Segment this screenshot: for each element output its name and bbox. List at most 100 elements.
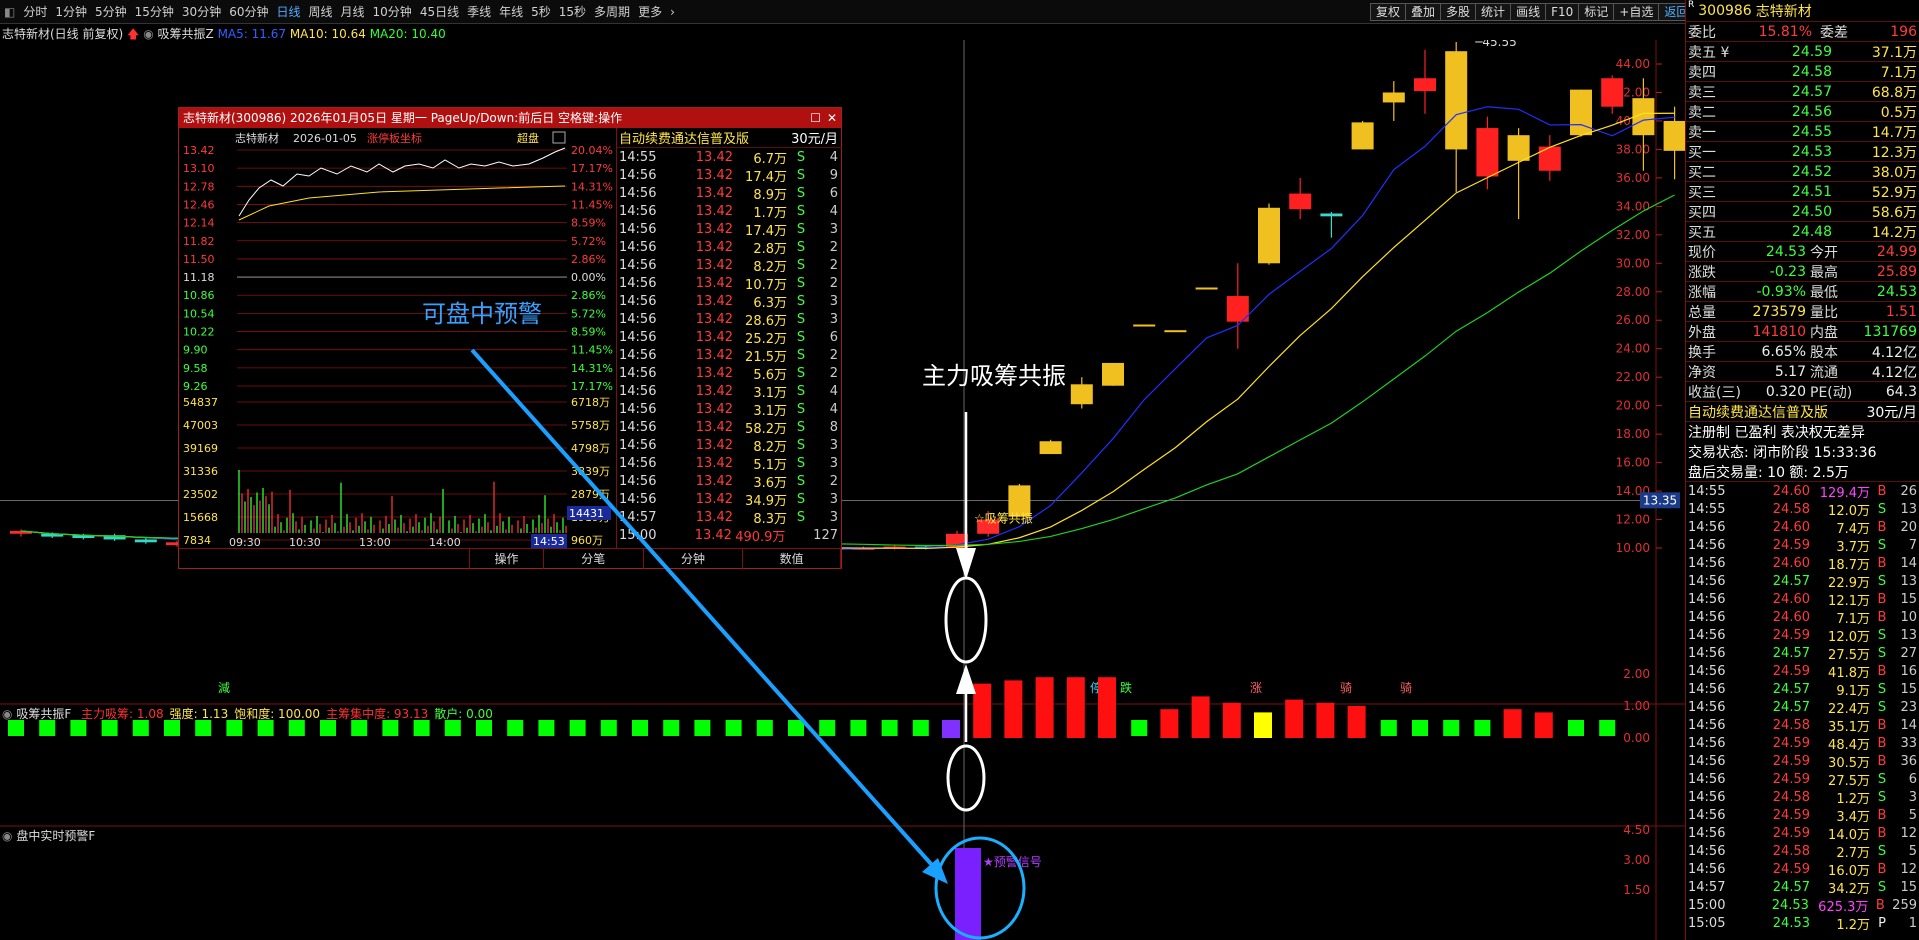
intraday-popup[interactable]: 志特新材(300986) 2026年01月05日 星期一 PageUp/Down… — [178, 107, 842, 569]
popup-vol-right: 6718万 — [571, 396, 610, 409]
popup-close-icon[interactable]: ✕ — [827, 108, 837, 128]
period-tab[interactable]: 60分钟 — [225, 0, 272, 24]
period-tab[interactable]: 月线 — [337, 0, 369, 24]
popup-tab[interactable]: 分笔 — [544, 549, 644, 569]
popup-price-label: 9.58 — [183, 362, 208, 375]
period-tab[interactable]: 45日线 — [416, 0, 463, 24]
tick-time: 14:56 — [619, 491, 657, 507]
tick-price: 24.59 — [1772, 537, 1810, 553]
tick-time: 14:56 — [619, 185, 657, 201]
tick-direction: S — [1877, 501, 1887, 517]
sub1-bar — [632, 720, 648, 736]
tick-time: 14:56 — [1688, 681, 1726, 697]
period-tab[interactable]: 15分钟 — [131, 0, 178, 24]
period-tab[interactable]: 5秒 — [527, 0, 555, 24]
tick-direction: B — [1877, 609, 1887, 625]
tool-button[interactable]: F10 — [1545, 3, 1580, 21]
popup-tick-row: 14:56 13.42 5.6万 S 2 — [617, 364, 842, 383]
period-tab[interactable]: 年线 — [495, 0, 527, 24]
intraday-chart[interactable]: 13.42 20.04% 13.10 17.17% 12.78 14.31% 12.46 11… — [179, 128, 616, 548]
tick-time: 14:55 — [1688, 501, 1726, 517]
tick-price: 24.59 — [1772, 663, 1810, 679]
tool-button[interactable]: 画线 — [1510, 3, 1547, 21]
tick-row: 14:56 24.60 7.4万 B 20 — [1686, 518, 1919, 537]
quote-value: 273579 — [1752, 303, 1806, 320]
popup-price-label: 11.50 — [183, 253, 215, 266]
sub1-bar — [507, 720, 524, 736]
sub2-title[interactable]: 盘中实时预警F — [16, 829, 95, 843]
popup-titlebar[interactable]: 志特新材(300986) 2026年01月05日 星期一 PageUp/Down… — [179, 108, 841, 128]
period-tab[interactable]: 30分钟 — [178, 0, 225, 24]
period-tab[interactable]: 10分钟 — [369, 0, 416, 24]
tick-count: 8 — [829, 419, 838, 435]
popup-tick-row: 14:56 13.42 10.7万 S 2 — [617, 274, 842, 293]
tick-time: 14:56 — [619, 419, 657, 435]
quote-label: 收益(三) — [1688, 384, 1741, 401]
popup-price-label: 12.78 — [183, 180, 215, 193]
period-tab[interactable]: 周线 — [305, 0, 337, 24]
tick-time: 14:56 — [1688, 789, 1726, 805]
tick-price: 24.59 — [1772, 627, 1810, 643]
candle — [1102, 362, 1124, 386]
tick-count: 3 — [1908, 789, 1917, 805]
quote-row: 收益(三) 0.320 PE(动) 64.3 — [1686, 382, 1919, 402]
sub1-field: 主筹集中度: 93.13 — [326, 707, 429, 721]
period-tab[interactable]: 日线 — [272, 0, 304, 24]
popup-tick-list: 自动续费通达信普及版 30元/月 14:55 13.42 6.7万 S 4 14:56 13… — [616, 128, 842, 548]
tool-button[interactable]: 叠加 — [1405, 3, 1442, 21]
popup-tick-row: 14:56 13.42 34.9万 S 3 — [617, 490, 842, 509]
bid-row: 买一 24.53 12.3万 — [1686, 142, 1919, 162]
tick-price: 24.59 — [1772, 807, 1810, 823]
popup-tab[interactable]: 数值 — [743, 549, 841, 569]
tick-time: 14:56 — [619, 311, 657, 327]
tick-volume: 10.7万 — [745, 277, 787, 293]
quote-row: 总量 273579 量比 1.51 — [1686, 302, 1919, 322]
sub1-bar — [1316, 702, 1335, 738]
tool-button[interactable]: +自选 — [1613, 3, 1660, 21]
popup-maximize-icon[interactable]: ☐ — [810, 108, 821, 128]
promo-price: 30元/月 — [1866, 404, 1917, 421]
popup-tab[interactable]: 分钟 — [644, 549, 744, 569]
period-tab[interactable]: 5分钟 — [91, 0, 131, 24]
tick-time: 14:56 — [619, 221, 657, 237]
sub1-collapse-icon[interactable]: ◉ — [2, 707, 12, 721]
more-arrow-icon[interactable]: › — [666, 0, 679, 24]
sub1-bar — [725, 720, 742, 736]
wc-label: 委差 — [1820, 24, 1848, 41]
tick-volume: 27.5万 — [1828, 773, 1870, 789]
tick-list[interactable]: 14:55 24.60 129.4万 B 26 14:55 24.58 12.0万 S 13 14:… — [1686, 482, 1919, 933]
ask-volume: 68.8万 — [1871, 84, 1917, 101]
ma10-label: MA10: 10.64 — [289, 27, 366, 41]
indicator-name[interactable]: 吸筹共振Z — [158, 27, 214, 41]
popup-pct-label: 14.31% — [571, 180, 613, 193]
period-tab[interactable]: 更多 — [634, 0, 666, 24]
tool-button[interactable]: 复权 — [1370, 3, 1407, 21]
tool-button[interactable]: 多股 — [1440, 3, 1477, 21]
period-tab[interactable]: 季线 — [463, 0, 495, 24]
period-tab[interactable]: 分时 — [19, 0, 51, 24]
candle — [1445, 41, 1468, 193]
bid-label: 买二 — [1688, 164, 1716, 181]
period-tab[interactable]: 15秒 — [555, 0, 590, 24]
tick-count: 2 — [829, 257, 838, 273]
tick-count: 4 — [829, 383, 838, 399]
tool-button[interactable]: 标记 — [1578, 3, 1615, 21]
quote-value: 141810 — [1752, 323, 1806, 340]
collapse-icon[interactable]: ◉ — [143, 27, 153, 41]
toolbar-toggle-icon[interactable]: ◧ — [0, 0, 19, 24]
candle — [1476, 116, 1499, 190]
sub2-collapse-icon[interactable]: ◉ — [2, 829, 12, 843]
popup-tab[interactable]: 操作 — [470, 549, 544, 569]
popup-price-label: 10.86 — [183, 289, 215, 302]
tick-direction: B — [1875, 897, 1885, 913]
tool-button[interactable]: 统计 — [1475, 3, 1512, 21]
tick-price: 24.60 — [1772, 609, 1810, 625]
period-tab[interactable]: 1分钟 — [51, 0, 91, 24]
tick-price: 24.57 — [1772, 573, 1810, 589]
sub1-title[interactable]: 吸筹共振F — [16, 707, 71, 721]
tick-direction: S — [796, 401, 806, 417]
period-tab[interactable]: 多周期 — [590, 0, 634, 24]
tick-direction: S — [1877, 645, 1887, 661]
y-tick-label: 30.00 — [1616, 256, 1650, 270]
tick-direction: S — [796, 491, 806, 507]
